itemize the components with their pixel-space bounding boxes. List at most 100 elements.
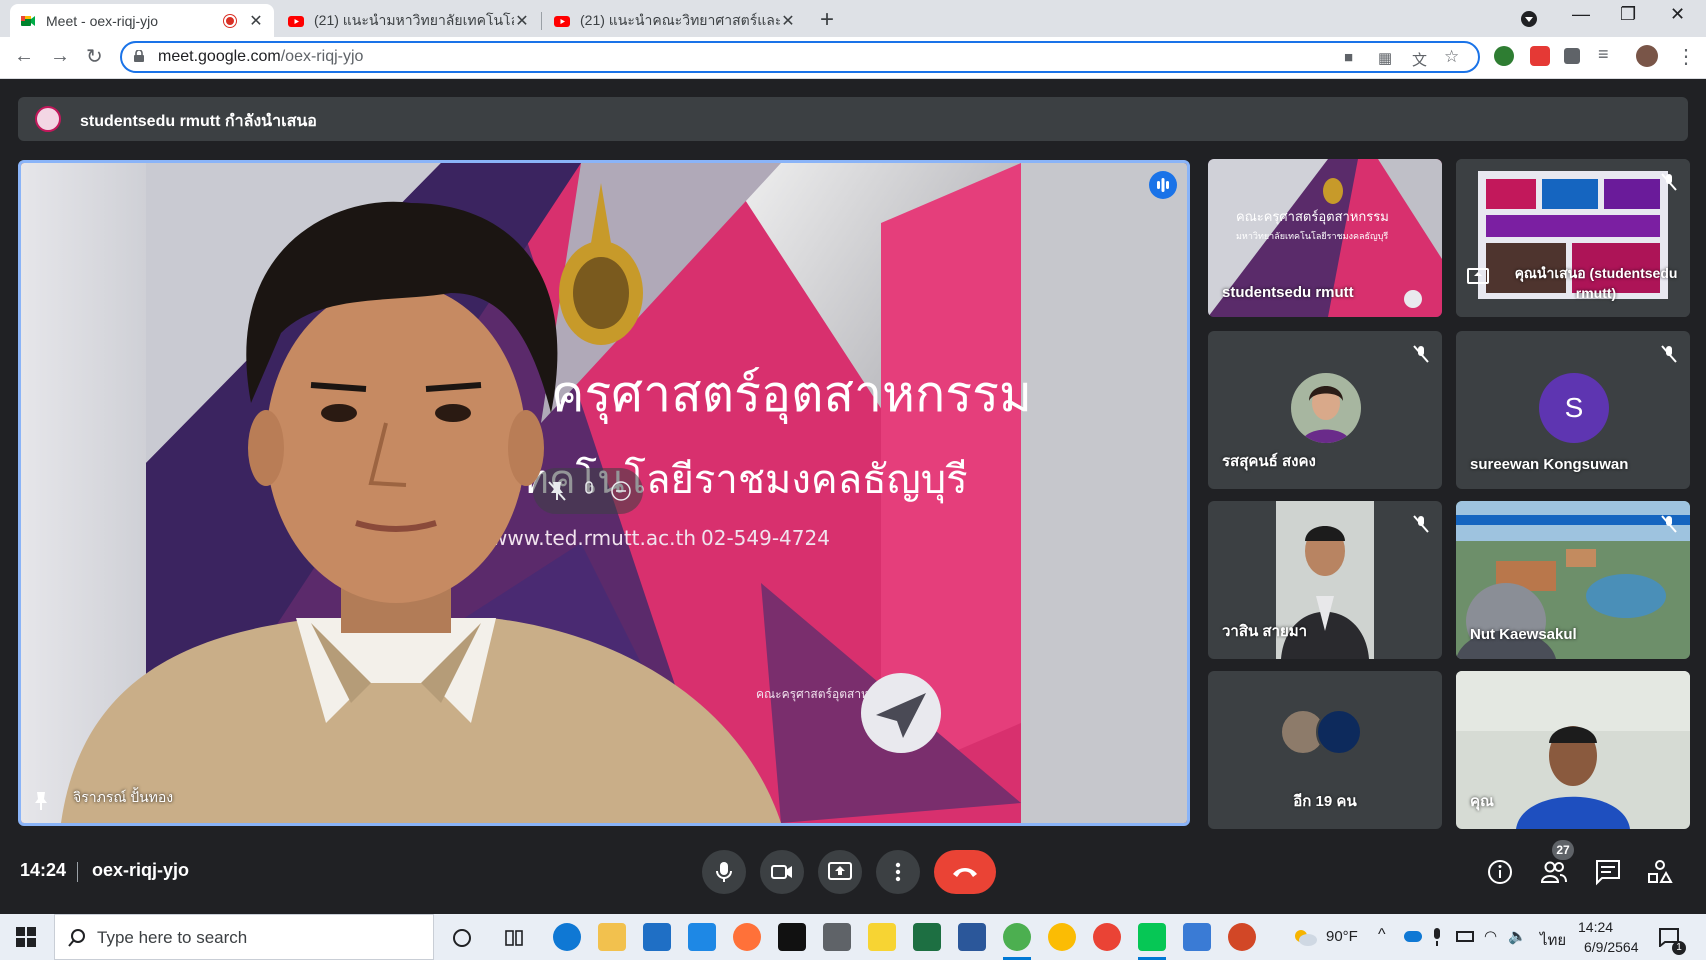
participant-tile-presentation[interactable]: คณะครุศาสตร์อุตสาหกรรม มหาวิทยาลัยเทคโนโ… xyxy=(1208,159,1442,317)
participant-name: Nut Kaewsakul xyxy=(1470,626,1577,643)
youtube-icon xyxy=(554,15,570,27)
more-options-button[interactable] xyxy=(876,850,920,894)
close-tab-icon[interactable]: ✕ xyxy=(780,11,796,31)
tab-title: (21) แนะนำคณะวิทยาศาสตร์และเทคโนโลยี xyxy=(580,11,780,28)
calculator-icon[interactable] xyxy=(823,923,851,951)
forward-icon[interactable]: → xyxy=(50,45,70,68)
browser-menu-icon[interactable]: ⋮ xyxy=(1676,44,1696,69)
reading-list-icon[interactable]: ≡ xyxy=(1598,44,1609,65)
reload-icon[interactable]: ↻ xyxy=(86,44,103,69)
participant-tile[interactable]: รสสุคนธ์ สงคง xyxy=(1208,331,1442,489)
battery-icon[interactable] xyxy=(1456,931,1474,942)
wifi-icon[interactable]: ◠ xyxy=(1484,927,1497,945)
chat-icon[interactable] xyxy=(1594,858,1622,886)
firefox-icon[interactable] xyxy=(733,923,761,951)
tile-hover-controls[interactable] xyxy=(533,468,643,514)
powerpoint-icon[interactable] xyxy=(1228,923,1256,951)
lock-icon[interactable] xyxy=(134,50,144,62)
address-bar[interactable]: meet.google.com/oex-riqj-yjo ■ ▦ 文 ☆ xyxy=(120,41,1480,73)
close-tab-icon[interactable]: ✕ xyxy=(248,11,264,31)
tab-youtube-1[interactable]: (21) แนะนำมหาวิทยาลัยเทคโนโลยีราชมงคลธัญ… xyxy=(278,4,540,37)
camera-in-use-icon[interactable]: ■ xyxy=(1344,49,1353,66)
back-icon[interactable]: ← xyxy=(14,45,34,68)
participant-tile[interactable]: Nut Kaewsakul xyxy=(1456,501,1690,659)
tab-youtube-2[interactable]: (21) แนะนำคณะวิทยาศาสตร์และเทคโนโลยี ✕ xyxy=(544,4,806,37)
extension-globe-icon[interactable] xyxy=(1494,46,1514,66)
meeting-details-icon[interactable] xyxy=(1486,858,1514,886)
taskbar-search-box[interactable]: Type here to search xyxy=(54,914,434,960)
self-video-tile[interactable]: คุณ xyxy=(1456,671,1690,829)
close-tab-icon[interactable]: ✕ xyxy=(514,11,530,31)
l-app-icon[interactable] xyxy=(688,923,716,951)
windows-start-icon[interactable] xyxy=(16,927,36,947)
cortana-icon[interactable] xyxy=(452,928,472,948)
weather-icon[interactable] xyxy=(1292,927,1318,947)
pin-off-icon[interactable] xyxy=(545,479,569,503)
tab-meet[interactable]: Meet - oex-riqj-yjo ✕ xyxy=(10,4,274,37)
sticky-notes-icon[interactable] xyxy=(868,923,896,951)
notification-count-badge: 1 xyxy=(1672,941,1686,955)
task-view-icon[interactable] xyxy=(504,928,524,948)
muted-mic-icon xyxy=(1661,173,1677,191)
extensions-puzzle-icon[interactable] xyxy=(1564,48,1580,64)
chrome-icon[interactable] xyxy=(1093,923,1121,951)
participant-avatar xyxy=(1316,709,1362,755)
chrome-icon[interactable] xyxy=(1048,923,1076,951)
microphone-button[interactable] xyxy=(702,850,746,894)
participant-count-badge: 27 xyxy=(1552,840,1574,860)
meeting-code: oex-riqj-yjo xyxy=(92,860,190,880)
tab-search-icon[interactable] xyxy=(1520,10,1538,28)
word-icon[interactable] xyxy=(958,923,986,951)
participant-tile-self-presentation[interactable]: คุณนำเสนอ (studentsedu rmutt) xyxy=(1456,159,1690,317)
remove-icon[interactable] xyxy=(609,479,633,503)
onedrive-icon[interactable] xyxy=(1404,931,1422,942)
clock-date[interactable]: 6/9/2564 xyxy=(1584,939,1639,955)
tab-title: (21) แนะนำมหาวิทยาลัยเทคโนโลยีราชมงคลธัญ… xyxy=(314,11,514,28)
close-window-icon[interactable]: ✕ xyxy=(1670,4,1685,25)
edge-icon[interactable] xyxy=(553,923,581,951)
weather-temp: 90°F xyxy=(1326,928,1358,945)
new-tab-button[interactable]: + xyxy=(820,6,834,34)
windows-taskbar: Type here to search 90°F ^ ◠ 🔈 ไทย 14:24… xyxy=(0,914,1706,960)
excel-icon[interactable] xyxy=(913,923,941,951)
translate-icon[interactable]: 文 xyxy=(1412,49,1427,70)
qr-code-icon[interactable]: ▦ xyxy=(1378,49,1392,67)
microphone-tray-icon[interactable] xyxy=(1430,927,1444,947)
maximize-icon[interactable]: ❐ xyxy=(1620,4,1636,25)
microphone-icon xyxy=(716,862,732,882)
profile-avatar[interactable] xyxy=(1636,45,1658,67)
more-participants-tile[interactable]: อีก 19 คน xyxy=(1208,671,1442,829)
muted-mic-icon xyxy=(1661,515,1677,533)
participant-tile[interactable]: วาสิน สายมา xyxy=(1208,501,1442,659)
present-now-button[interactable] xyxy=(818,850,862,894)
search-icon xyxy=(68,929,85,947)
participant-avatar: S xyxy=(1539,373,1609,443)
activities-icon[interactable] xyxy=(1646,858,1674,886)
photos-icon[interactable] xyxy=(1183,923,1211,951)
main-speaker-tile[interactable]: ครุศาสตร์อุตสาหกรรม มหาวิทยาลัยเทคโนโลยี… xyxy=(18,160,1190,826)
google-meet-icon xyxy=(21,15,35,26)
slide-title-line1: ครุศาสตร์อุตสาหกรรม xyxy=(551,365,1032,424)
chrome-icon[interactable] xyxy=(1003,923,1031,951)
language-indicator[interactable]: ไทย xyxy=(1540,928,1566,952)
xm-app-icon[interactable] xyxy=(778,923,806,951)
clock-time[interactable]: 14:24 xyxy=(1578,919,1613,935)
volume-icon[interactable]: 🔈 xyxy=(1508,927,1527,945)
end-call-icon xyxy=(953,868,977,877)
participant-tile[interactable]: S sureewan Kongsuwan xyxy=(1456,331,1690,489)
bookmark-star-icon[interactable]: ☆ xyxy=(1444,47,1459,67)
file-explorer-icon[interactable] xyxy=(598,923,626,951)
line-icon[interactable] xyxy=(1138,923,1166,951)
show-hidden-icons-icon[interactable]: ^ xyxy=(1378,926,1386,944)
people-icon[interactable] xyxy=(1540,858,1568,886)
participant-name: รสสุคนธ์ สงคง xyxy=(1222,453,1316,470)
pin-icon[interactable] xyxy=(33,791,49,811)
participant-name: วาสิน สายมา xyxy=(1222,623,1308,640)
pdf-extension-icon[interactable] xyxy=(1530,46,1550,66)
thumb-slide-title: คณะครุศาสตร์อุตสาหกรรม xyxy=(1236,209,1389,225)
leave-call-button[interactable] xyxy=(934,850,996,894)
mute-icon[interactable] xyxy=(579,479,599,503)
camera-button[interactable] xyxy=(760,850,804,894)
mail-icon[interactable] xyxy=(643,923,671,951)
minimize-icon[interactable]: — xyxy=(1572,4,1590,25)
